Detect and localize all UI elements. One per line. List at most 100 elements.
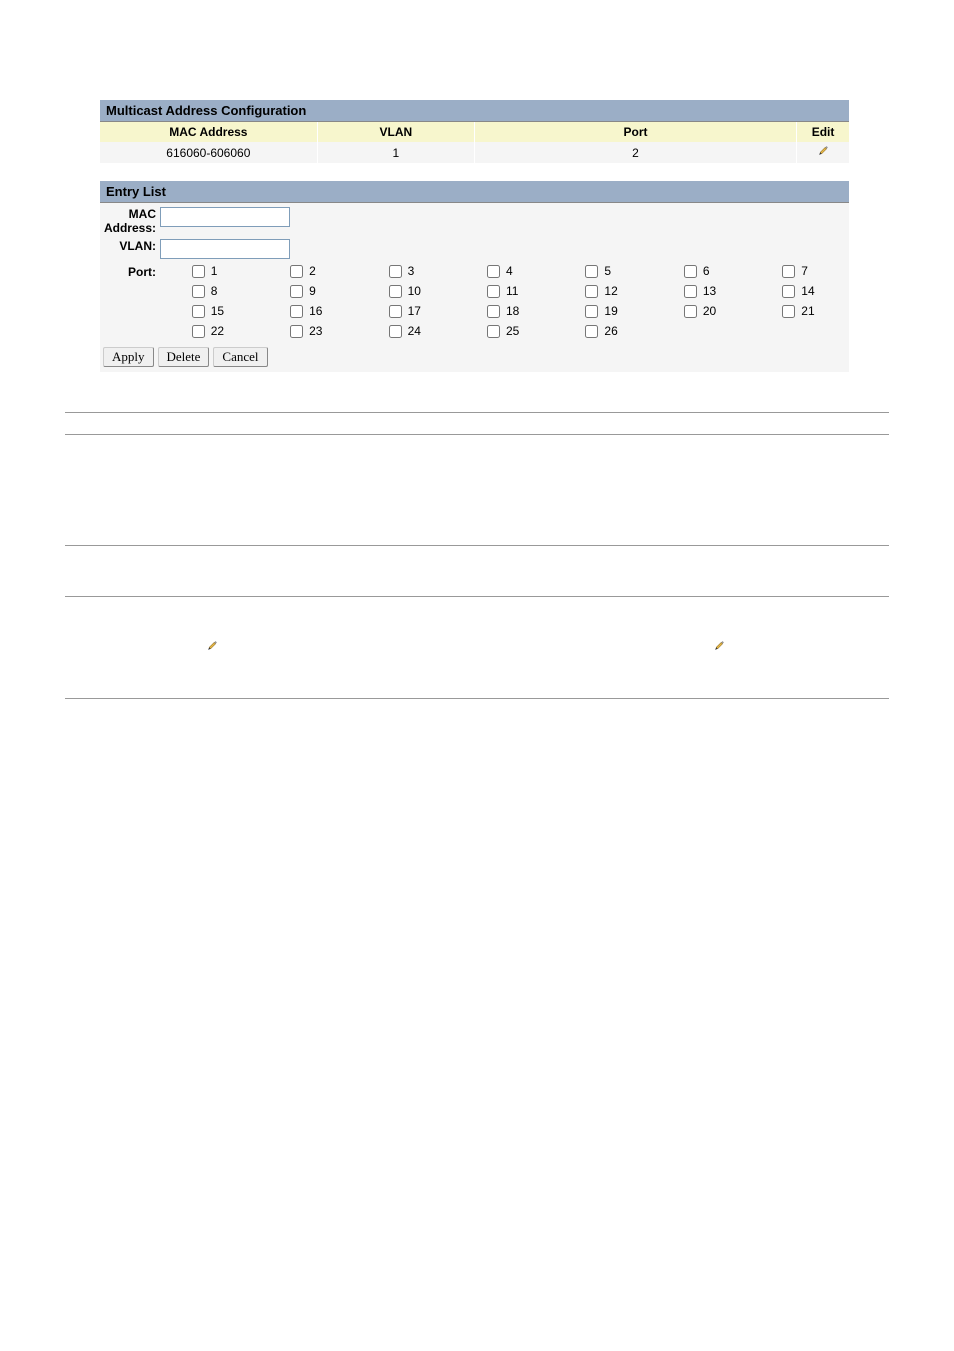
cell-mac: 616060-606060	[100, 142, 317, 163]
port-checkbox-input[interactable]	[782, 265, 795, 278]
multicast-config-panel: Multicast Address Configuration MAC Addr…	[100, 100, 849, 163]
cell-vlan: 1	[317, 142, 474, 163]
port-number-label: 16	[309, 304, 325, 318]
port-checkbox-input[interactable]	[782, 285, 795, 298]
port-checkbox-4[interactable]: 4	[455, 261, 553, 281]
port-number-label: 3	[408, 264, 424, 278]
vlan-input[interactable]	[160, 239, 290, 259]
port-checkbox-11[interactable]: 11	[455, 281, 553, 301]
port-number-label: 14	[801, 284, 817, 298]
delete-button[interactable]: Delete	[158, 347, 210, 367]
port-number-label: 9	[309, 284, 325, 298]
config-panel-title: Multicast Address Configuration	[100, 100, 849, 122]
port-number-label: 4	[506, 264, 522, 278]
pencil-icon	[712, 639, 726, 653]
col-header-edit: Edit	[797, 122, 849, 142]
port-checkbox-input[interactable]	[684, 285, 697, 298]
port-checkbox-10[interactable]: 10	[357, 281, 455, 301]
cell-port: 2	[474, 142, 796, 163]
port-checkbox-input[interactable]	[290, 325, 303, 338]
port-number-label: 7	[801, 264, 817, 278]
edit-pencil-icon[interactable]	[816, 144, 830, 158]
port-checkbox-18[interactable]: 18	[455, 301, 553, 321]
port-checkbox-input[interactable]	[585, 265, 598, 278]
pencil-icon	[205, 639, 219, 653]
port-number-label: 15	[211, 304, 227, 318]
entry-form: MAC Address: VLAN: Port: 123456789101112…	[100, 203, 849, 342]
port-checkbox-26[interactable]: 26	[554, 321, 652, 341]
apply-button[interactable]: Apply	[103, 347, 154, 367]
port-checkbox-input[interactable]	[487, 285, 500, 298]
port-checkbox-21[interactable]: 21	[751, 301, 849, 321]
port-number-label: 20	[703, 304, 719, 318]
port-checkbox-input[interactable]	[389, 285, 402, 298]
port-number-label: 22	[211, 324, 227, 338]
port-checkbox-input[interactable]	[684, 265, 697, 278]
port-checkbox-input[interactable]	[290, 265, 303, 278]
port-checkbox-9[interactable]: 9	[258, 281, 356, 301]
cancel-button[interactable]: Cancel	[213, 347, 267, 367]
port-checkbox-input[interactable]	[389, 305, 402, 318]
port-checkbox-12[interactable]: 12	[554, 281, 652, 301]
port-checkbox-input[interactable]	[192, 305, 205, 318]
port-checkbox-13[interactable]: 13	[652, 281, 750, 301]
port-checkbox-6[interactable]: 6	[652, 261, 750, 281]
port-checkbox-23[interactable]: 23	[258, 321, 356, 341]
port-checkbox-input[interactable]	[290, 285, 303, 298]
port-number-label: 11	[506, 284, 522, 298]
port-number-label: 23	[309, 324, 325, 338]
port-number-label: 13	[703, 284, 719, 298]
col-header-vlan: VLAN	[317, 122, 474, 142]
port-number-label: 12	[604, 284, 620, 298]
port-checkbox-input[interactable]	[684, 305, 697, 318]
port-number-label: 1	[211, 264, 227, 278]
port-checkbox-input[interactable]	[192, 285, 205, 298]
col-header-port: Port	[474, 122, 796, 142]
port-checkbox-25[interactable]: 25	[455, 321, 553, 341]
ports-container: 1234567891011121314151617181920212223242…	[160, 261, 849, 341]
port-checkbox-input[interactable]	[389, 325, 402, 338]
port-number-label: 26	[604, 324, 620, 338]
port-number-label: 5	[604, 264, 620, 278]
config-table: MAC Address VLAN Port Edit 616060-606060…	[100, 122, 849, 163]
port-checkbox-input[interactable]	[192, 265, 205, 278]
port-checkbox-input[interactable]	[782, 305, 795, 318]
port-checkbox-1[interactable]: 1	[160, 261, 258, 281]
port-checkbox-8[interactable]: 8	[160, 281, 258, 301]
port-checkbox-19[interactable]: 19	[554, 301, 652, 321]
port-checkbox-input[interactable]	[290, 305, 303, 318]
entry-list-panel: Entry List MAC Address: VLAN: Port: 1234…	[100, 181, 849, 372]
mac-input[interactable]	[160, 207, 290, 227]
mac-label: MAC Address:	[100, 203, 160, 235]
port-checkbox-input[interactable]	[389, 265, 402, 278]
port-checkbox-5[interactable]: 5	[554, 261, 652, 281]
port-checkbox-input[interactable]	[585, 325, 598, 338]
port-checkbox-input[interactable]	[487, 265, 500, 278]
port-checkbox-7[interactable]: 7	[751, 261, 849, 281]
port-checkbox-input[interactable]	[487, 305, 500, 318]
port-checkbox-17[interactable]: 17	[357, 301, 455, 321]
port-number-label: 2	[309, 264, 325, 278]
port-number-label: 6	[703, 264, 719, 278]
port-checkbox-input[interactable]	[487, 325, 500, 338]
port-checkbox-16[interactable]: 16	[258, 301, 356, 321]
port-number-label: 10	[408, 284, 424, 298]
vlan-label: VLAN:	[100, 235, 160, 253]
port-number-label: 21	[801, 304, 817, 318]
port-checkbox-3[interactable]: 3	[357, 261, 455, 281]
port-checkbox-14[interactable]: 14	[751, 281, 849, 301]
port-checkbox-15[interactable]: 15	[160, 301, 258, 321]
port-checkbox-input[interactable]	[585, 285, 598, 298]
pencil-row	[65, 639, 889, 653]
cell-edit	[797, 142, 849, 163]
port-checkbox-input[interactable]	[585, 305, 598, 318]
port-number-label: 19	[604, 304, 620, 318]
port-checkbox-20[interactable]: 20	[652, 301, 750, 321]
port-checkbox-input[interactable]	[192, 325, 205, 338]
port-number-label: 24	[408, 324, 424, 338]
col-header-mac: MAC Address	[100, 122, 317, 142]
h-rule	[65, 596, 889, 597]
port-checkbox-22[interactable]: 22	[160, 321, 258, 341]
port-checkbox-2[interactable]: 2	[258, 261, 356, 281]
port-checkbox-24[interactable]: 24	[357, 321, 455, 341]
